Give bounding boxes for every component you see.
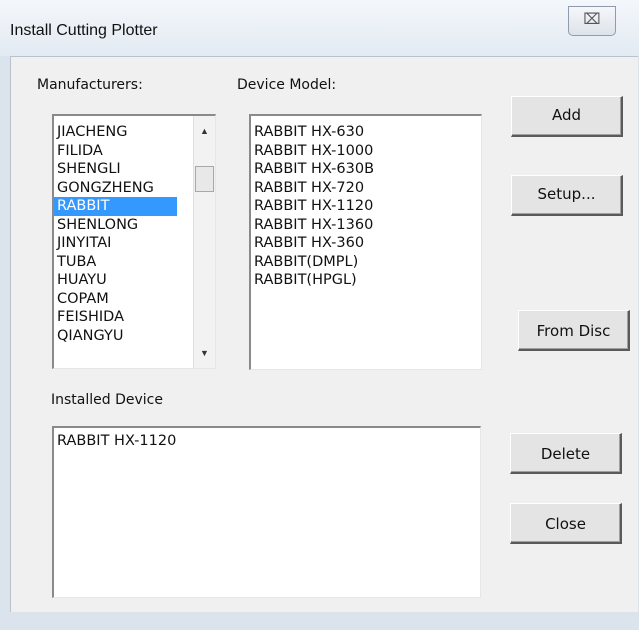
scroll-down-icon[interactable]: ▼ [194,344,215,362]
device-model-label: Device Model: [237,77,337,93]
device-model-list-item[interactable]: RABBIT HX-360 [251,234,481,253]
manufacturer-list-item[interactable]: RABBIT [54,197,177,216]
device-model-list-item[interactable]: RABBIT(HPGL) [251,271,481,290]
manufacturer-list-item[interactable]: FEISHIDA [54,308,215,327]
add-button-label: Add [551,106,582,124]
manufacturer-list-item[interactable]: QIANGYU [54,327,215,346]
manufacturers-label: Manufacturers: [37,77,143,93]
close-button[interactable]: Close [510,503,622,544]
installed-device-list-item[interactable]: RABBIT HX-1120 [54,432,480,451]
scroll-up-icon[interactable]: ▲ [194,122,215,140]
device-model-list-item[interactable]: RABBIT HX-630 [251,123,481,142]
close-button-label: Close [545,515,586,533]
device-model-items: RABBIT HX-630 RABBIT HX-1000 RABBIT HX-630… [251,116,481,290]
dialog-body: Manufacturers: JIACHENG FILIDA SHENGLI GONG… [10,56,638,612]
manufacturer-list-item[interactable]: JIACHENG [54,123,215,142]
device-model-list-item[interactable]: RABBIT HX-630B [251,160,481,179]
scroll-thumb[interactable] [195,166,214,192]
from-disc-button[interactable]: From Disc [518,310,630,351]
device-model-list[interactable]: RABBIT HX-630 RABBIT HX-1000 RABBIT HX-630… [249,114,482,370]
device-model-list-item[interactable]: RABBIT HX-1360 [251,216,481,235]
manufacturer-list-item[interactable]: SHENGLI [54,160,215,179]
manufacturer-list-item[interactable]: JINYITAI [54,234,215,253]
title-bar: Install Cutting Plotter ⌧ [0,0,639,56]
close-icon: ⌧ [583,11,601,28]
manufacturers-items: JIACHENG FILIDA SHENGLI GONGZHENG RABBIT SHEN… [54,116,215,345]
setup-button[interactable]: Setup... [511,175,623,216]
manufacturers-scrollbar[interactable]: ▲ ▼ [193,116,215,368]
install-cutting-plotter-dialog: Install Cutting Plotter ⌧ Manufacturers:… [0,0,639,630]
window-title: Install Cutting Plotter [10,22,158,39]
device-model-list-item[interactable]: RABBIT(DMPL) [251,253,481,272]
installed-device-label: Installed Device [51,392,163,408]
close-window-button[interactable]: ⌧ [568,6,616,36]
delete-button-label: Delete [540,445,591,463]
delete-button[interactable]: Delete [510,433,622,474]
manufacturer-list-item[interactable]: GONGZHENG [54,179,215,198]
device-model-list-item[interactable]: RABBIT HX-1120 [251,197,481,216]
device-model-list-item[interactable]: RABBIT HX-1000 [251,142,481,161]
manufacturers-list[interactable]: JIACHENG FILIDA SHENGLI GONGZHENG RABBIT SHEN… [52,114,216,369]
add-button[interactable]: Add [511,96,623,137]
manufacturer-list-item[interactable]: SHENLONG [54,216,215,235]
from-disc-button-label: From Disc [536,322,611,340]
installed-device-list[interactable]: RABBIT HX-1120 [52,426,481,598]
installed-device-items: RABBIT HX-1120 [54,428,480,451]
device-model-list-item[interactable]: RABBIT HX-720 [251,179,481,198]
manufacturer-list-item[interactable]: COPAM [54,290,215,309]
manufacturer-list-item[interactable]: TUBA [54,253,215,272]
setup-button-label: Setup... [537,185,596,203]
manufacturer-list-item[interactable]: FILIDA [54,142,215,161]
manufacturer-list-item[interactable]: HUAYU [54,271,215,290]
